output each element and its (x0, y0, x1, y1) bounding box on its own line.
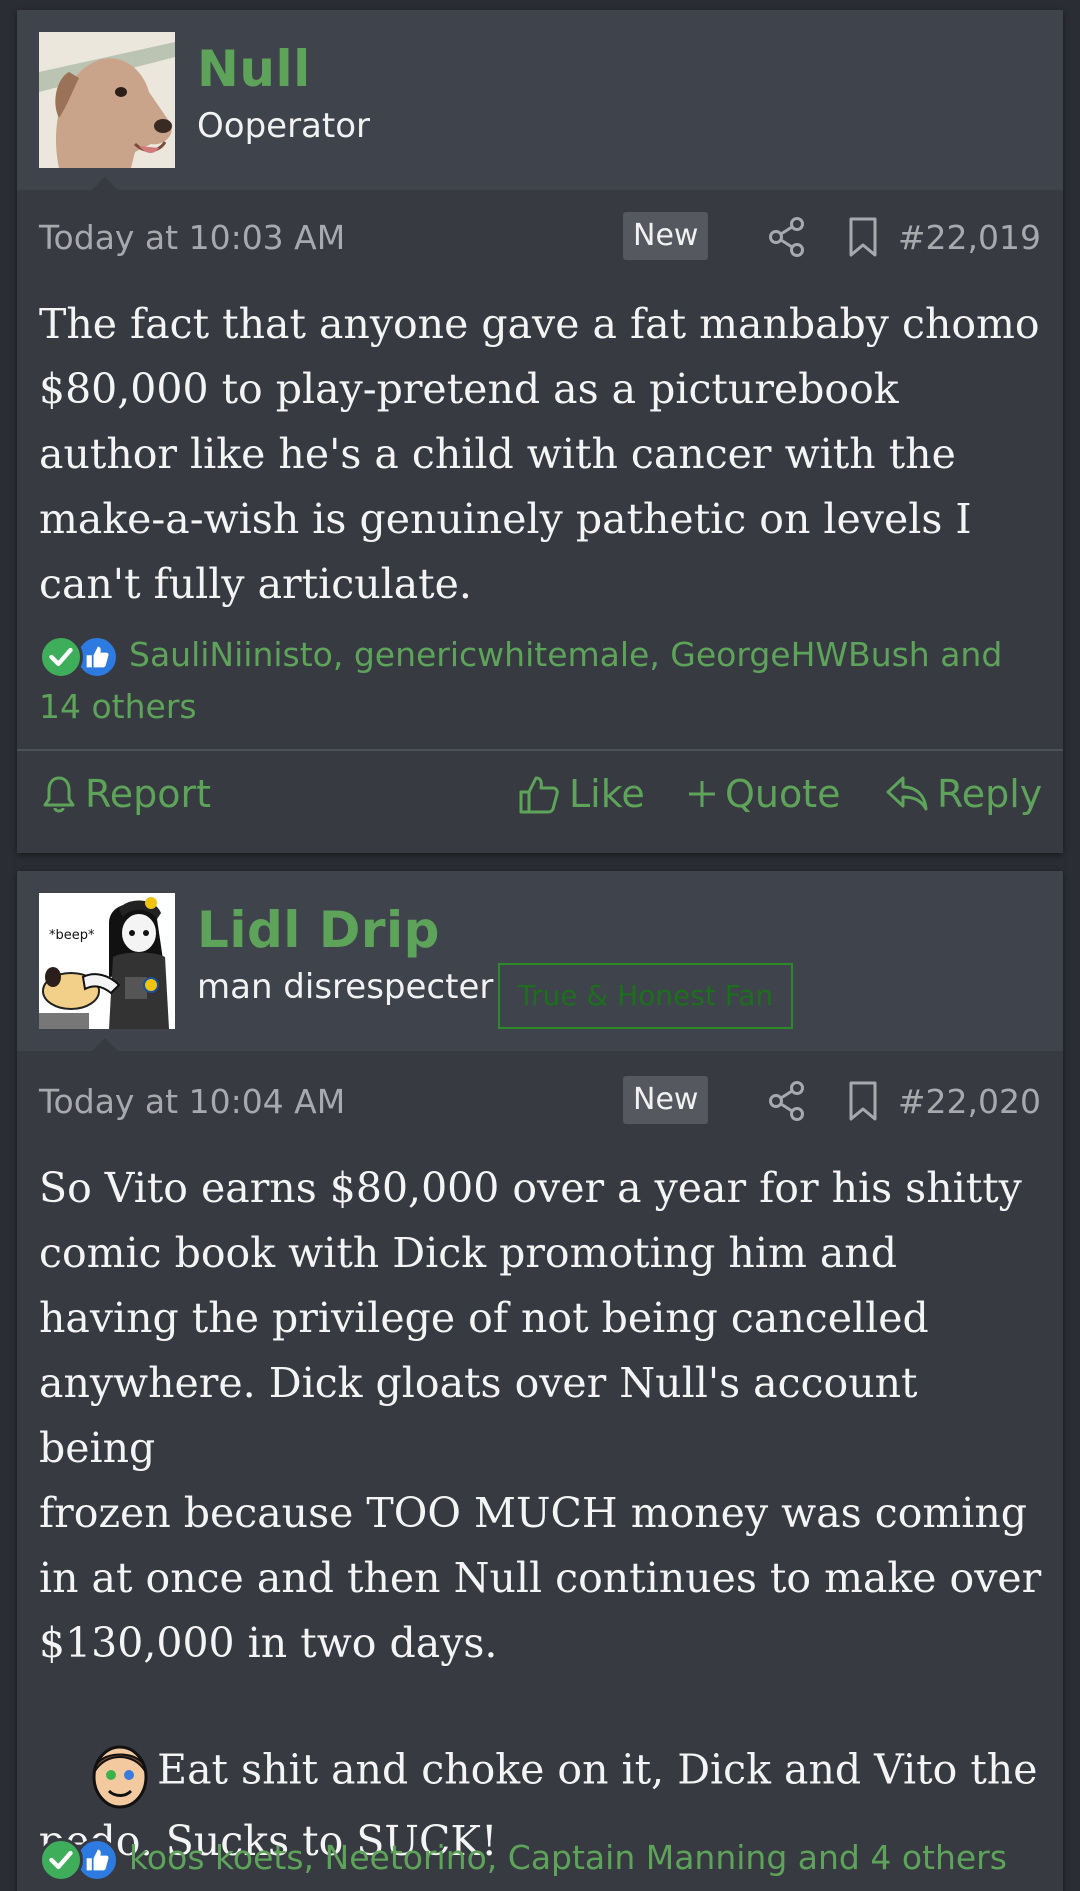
share-icon[interactable] (767, 216, 807, 258)
post-number-link[interactable]: #22,020 (898, 1082, 1041, 1121)
reaction-summary[interactable]: koos koets, Neetorino, Captain Manning a… (39, 1833, 1041, 1885)
user-title: man disrespecter (197, 967, 494, 1007)
post-message: So Vito earns $80,000 over a year for hi… (39, 1164, 1042, 1667)
avatar-caption: *beep* (49, 928, 95, 943)
post-actions: Report Like Quote Reply (17, 749, 1063, 853)
user-banner: True & Honest Fan (498, 963, 794, 1029)
quote-label: Quote (725, 772, 841, 816)
user-title: Ooperator (197, 106, 370, 146)
reply-label: Reply (937, 772, 1043, 816)
like-label: Like (569, 772, 645, 816)
avatar[interactable] (39, 32, 175, 168)
check-reaction-icon (39, 1837, 83, 1882)
header-pointer (91, 177, 119, 191)
avatar[interactable]: *beep* (39, 893, 175, 1029)
bookmark-icon[interactable] (847, 1080, 879, 1122)
reply-icon (886, 776, 928, 811)
reaction-icons (39, 1835, 125, 1885)
bell-icon (43, 776, 75, 813)
smiley-face-icon (92, 1745, 148, 1809)
reaction-summary[interactable]: SauliNiinisto, genericwhitemale, GeorgeH… (39, 630, 1041, 732)
quote-button[interactable]: Quote (687, 769, 841, 819)
bookmark-icon[interactable] (847, 216, 879, 258)
post-22020: *beep* Lidl Drip man disrespecter True &… (17, 871, 1063, 1891)
report-button[interactable]: Report (41, 769, 211, 819)
dog-avatar-image (39, 32, 175, 168)
post-meta: Today at 10:03 AM New #22,019 (39, 212, 1041, 264)
post-author-header: Null Ooperator (17, 10, 1063, 191)
reaction-users[interactable]: koos koets, Neetorino, Captain Manning a… (129, 1838, 1007, 1877)
share-icon[interactable] (767, 1080, 807, 1122)
post-message: The fact that anyone gave a fat manbaby … (39, 300, 1040, 608)
new-badge: New (623, 212, 709, 260)
post-date[interactable]: Today at 10:04 AM (39, 1082, 345, 1121)
reply-button[interactable]: Reply (885, 769, 1042, 819)
report-label: Report (85, 772, 211, 816)
thumbs-up-icon (519, 776, 559, 814)
like-button[interactable]: Like (517, 769, 645, 819)
plus-icon (689, 781, 715, 807)
post-author-header: *beep* Lidl Drip man disrespecter True &… (17, 871, 1063, 1052)
username[interactable]: Lidl Drip (197, 901, 440, 959)
reaction-users[interactable]: SauliNiinisto, genericwhitemale, GeorgeH… (39, 635, 1002, 726)
reaction-icons (39, 632, 125, 682)
header-pointer (91, 1038, 119, 1052)
new-badge: New (623, 1076, 709, 1124)
post-number-link[interactable]: #22,019 (898, 218, 1041, 257)
post-22019: Null Ooperator Today at 10:03 AM New #22… (17, 10, 1063, 853)
username[interactable]: Null (197, 40, 311, 98)
post-meta: Today at 10:04 AM New #22,020 (39, 1076, 1041, 1128)
lidl-drip-avatar-image: *beep* (39, 893, 175, 1029)
post-date[interactable]: Today at 10:03 AM (39, 218, 345, 257)
check-reaction-icon (39, 634, 83, 679)
